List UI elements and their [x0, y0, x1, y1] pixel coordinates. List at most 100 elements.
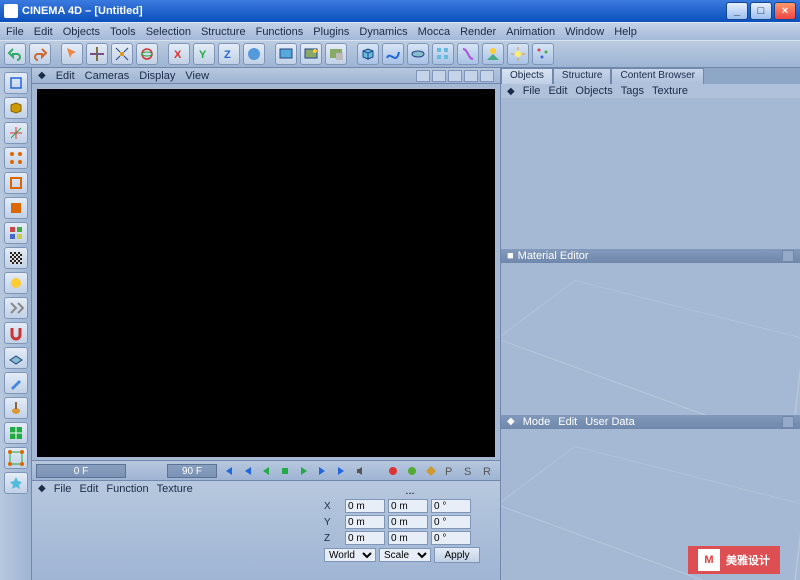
- viewport-nav-5[interactable]: [480, 70, 494, 82]
- texture-mode-button[interactable]: [4, 247, 28, 269]
- attr-menu-mode[interactable]: Mode: [523, 416, 551, 428]
- menu-structure[interactable]: Structure: [201, 26, 246, 38]
- material-menu-function[interactable]: Function: [106, 483, 148, 495]
- keyframe-selection-button[interactable]: [423, 464, 439, 478]
- autokey-button[interactable]: [404, 464, 420, 478]
- menu-plugins[interactable]: Plugins: [313, 26, 349, 38]
- objmgr-menu-texture[interactable]: Texture: [652, 85, 688, 97]
- material-menu-file[interactable]: File: [54, 483, 72, 495]
- menu-tools[interactable]: Tools: [110, 26, 136, 38]
- rot-key-button[interactable]: R: [480, 464, 496, 478]
- tab-structure[interactable]: Structure: [553, 68, 612, 84]
- attr-menu-userdata[interactable]: User Data: [585, 416, 635, 428]
- animation-mode-button[interactable]: [4, 272, 28, 294]
- current-frame-field[interactable]: 0 F: [36, 464, 126, 478]
- material-menu-edit[interactable]: Edit: [79, 483, 98, 495]
- maximize-button[interactable]: □: [750, 2, 772, 20]
- x-axis-button[interactable]: X: [168, 43, 190, 65]
- workplane-button[interactable]: [4, 347, 28, 369]
- perspective-viewport[interactable]: [34, 86, 498, 460]
- render-image-button[interactable]: [300, 43, 322, 65]
- select-tool-button[interactable]: [61, 43, 83, 65]
- menu-functions[interactable]: Functions: [256, 26, 304, 38]
- model-mode-button[interactable]: [4, 97, 28, 119]
- edge-mode-button[interactable]: [4, 172, 28, 194]
- x-size-input[interactable]: [388, 499, 428, 513]
- world-select[interactable]: World: [324, 548, 376, 562]
- render-settings-button[interactable]: [325, 43, 347, 65]
- viewport-expand-icon[interactable]: ◆: [38, 70, 46, 81]
- ik-mode-button[interactable]: [4, 297, 28, 319]
- render-view-button[interactable]: [275, 43, 297, 65]
- play-button[interactable]: [296, 464, 312, 478]
- y-axis-button[interactable]: Y: [193, 43, 215, 65]
- y-size-input[interactable]: [388, 515, 428, 529]
- array-button[interactable]: [432, 43, 454, 65]
- sound-button[interactable]: [353, 464, 369, 478]
- make-editable-button[interactable]: [4, 72, 28, 94]
- z-size-input[interactable]: [388, 531, 428, 545]
- paint-tool-button[interactable]: [4, 397, 28, 419]
- nurbs-button[interactable]: [407, 43, 429, 65]
- viewport-menu-cameras[interactable]: Cameras: [85, 70, 130, 82]
- point-mode-button[interactable]: [4, 147, 28, 169]
- material-menu-texture[interactable]: Texture: [157, 483, 193, 495]
- viewport-menu-display[interactable]: Display: [139, 70, 175, 82]
- y-rot-input[interactable]: [431, 515, 471, 529]
- z-pos-input[interactable]: [345, 531, 385, 545]
- attr-menu-edit[interactable]: Edit: [558, 416, 577, 428]
- menu-mocca[interactable]: Mocca: [418, 26, 450, 38]
- viewport-nav-2[interactable]: [432, 70, 446, 82]
- deformer-button[interactable]: [457, 43, 479, 65]
- coord-system-button[interactable]: [243, 43, 265, 65]
- menu-dynamics[interactable]: Dynamics: [359, 26, 407, 38]
- move-tool-button[interactable]: [86, 43, 108, 65]
- wizard-button[interactable]: [4, 472, 28, 494]
- redo-button[interactable]: [29, 43, 51, 65]
- viewport-menu-edit[interactable]: Edit: [56, 70, 75, 82]
- material-expand-icon[interactable]: ◆: [38, 483, 46, 494]
- objmgr-menu-tags[interactable]: Tags: [621, 85, 644, 97]
- end-frame-field[interactable]: 90 F: [167, 464, 217, 478]
- particle-button[interactable]: [532, 43, 554, 65]
- material-lock-icon[interactable]: [782, 250, 794, 262]
- material-editor-body[interactable]: [501, 263, 800, 414]
- stop-button[interactable]: [277, 464, 293, 478]
- menu-window[interactable]: Window: [565, 26, 604, 38]
- objmgr-expand-icon[interactable]: ◆: [507, 86, 515, 97]
- attr-lock-icon[interactable]: [782, 416, 794, 428]
- menu-selection[interactable]: Selection: [146, 26, 191, 38]
- menu-animation[interactable]: Animation: [506, 26, 555, 38]
- polygon-mode-button[interactable]: [4, 197, 28, 219]
- goto-start-button[interactable]: [220, 464, 236, 478]
- z-rot-input[interactable]: [431, 531, 471, 545]
- apply-button[interactable]: Apply: [434, 547, 480, 563]
- uv-polygons-button[interactable]: [4, 422, 28, 444]
- close-button[interactable]: ×: [774, 2, 796, 20]
- light-button[interactable]: [507, 43, 529, 65]
- viewport-menu-view[interactable]: View: [185, 70, 209, 82]
- scale-tool-button[interactable]: [111, 43, 133, 65]
- menu-objects[interactable]: Objects: [63, 26, 100, 38]
- undo-button[interactable]: [4, 43, 26, 65]
- object-axis-button[interactable]: [4, 122, 28, 144]
- objmgr-menu-file[interactable]: File: [523, 85, 541, 97]
- play-back-button[interactable]: [258, 464, 274, 478]
- goto-end-button[interactable]: [334, 464, 350, 478]
- scene-button[interactable]: [482, 43, 504, 65]
- prev-key-button[interactable]: [239, 464, 255, 478]
- scale-select[interactable]: Scale: [379, 548, 431, 562]
- menu-render[interactable]: Render: [460, 26, 496, 38]
- cube-primitive-button[interactable]: [357, 43, 379, 65]
- spline-primitive-button[interactable]: [382, 43, 404, 65]
- menu-edit[interactable]: Edit: [34, 26, 53, 38]
- viewport-nav-3[interactable]: [448, 70, 462, 82]
- record-button[interactable]: [385, 464, 401, 478]
- z-axis-button[interactable]: Z: [218, 43, 240, 65]
- uv-points-button[interactable]: [4, 447, 28, 469]
- next-key-button[interactable]: [315, 464, 331, 478]
- tab-content-browser[interactable]: Content Browser: [611, 68, 703, 84]
- tab-objects[interactable]: Objects: [501, 68, 553, 84]
- x-rot-input[interactable]: [431, 499, 471, 513]
- minimize-button[interactable]: _: [726, 2, 748, 20]
